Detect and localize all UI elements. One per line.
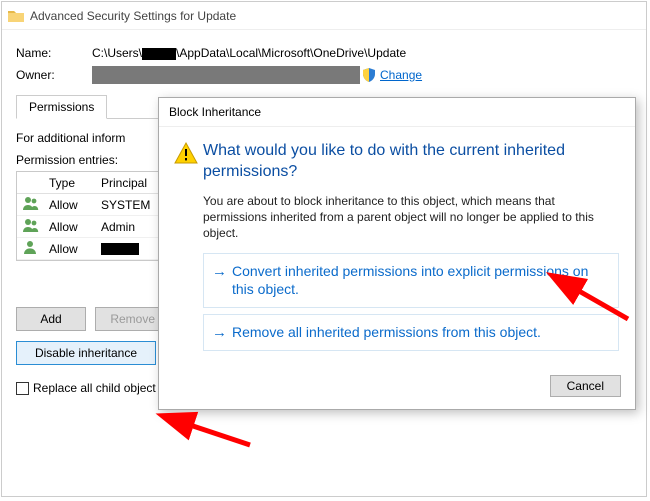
owner-redacted bbox=[92, 66, 360, 84]
owner-label: Owner: bbox=[16, 68, 92, 82]
tab-permissions[interactable]: Permissions bbox=[16, 95, 107, 119]
folder-icon bbox=[8, 9, 24, 23]
people-icon bbox=[23, 218, 39, 232]
col-type: Type bbox=[43, 176, 95, 190]
dialog-title: Block Inheritance bbox=[159, 98, 635, 127]
add-button[interactable]: Add bbox=[16, 307, 86, 331]
person-icon bbox=[23, 240, 39, 254]
change-owner-link[interactable]: Change bbox=[380, 68, 422, 82]
replace-children-checkbox[interactable] bbox=[16, 382, 29, 395]
option-convert[interactable]: → Convert inherited permissions into exp… bbox=[203, 253, 619, 307]
name-label: Name: bbox=[16, 46, 92, 60]
disable-inheritance-button[interactable]: Disable inheritance bbox=[16, 341, 156, 365]
principal-redacted bbox=[101, 243, 139, 255]
dialog-heading: What would you like to do with the curre… bbox=[203, 141, 619, 183]
window-title: Advanced Security Settings for Update bbox=[30, 9, 236, 23]
redacted-user bbox=[142, 48, 176, 60]
name-row: Name: C:\Users\\AppData\Local\Microsoft\… bbox=[16, 46, 632, 60]
warning-icon bbox=[173, 141, 199, 167]
path-value: C:\Users\\AppData\Local\Microsoft\OneDri… bbox=[92, 46, 406, 60]
window-titlebar: Advanced Security Settings for Update bbox=[2, 2, 646, 30]
arrow-right-icon: → bbox=[212, 262, 232, 282]
people-icon bbox=[23, 196, 39, 210]
cancel-button[interactable]: Cancel bbox=[550, 375, 621, 397]
shield-icon bbox=[362, 68, 376, 82]
dialog-body: You are about to block inheritance to th… bbox=[203, 193, 619, 242]
block-inheritance-dialog: Block Inheritance What would you like to… bbox=[158, 97, 636, 410]
owner-row: Owner: Change bbox=[16, 66, 632, 84]
arrow-right-icon: → bbox=[212, 323, 232, 343]
option-remove[interactable]: → Remove all inherited permissions from … bbox=[203, 314, 619, 352]
